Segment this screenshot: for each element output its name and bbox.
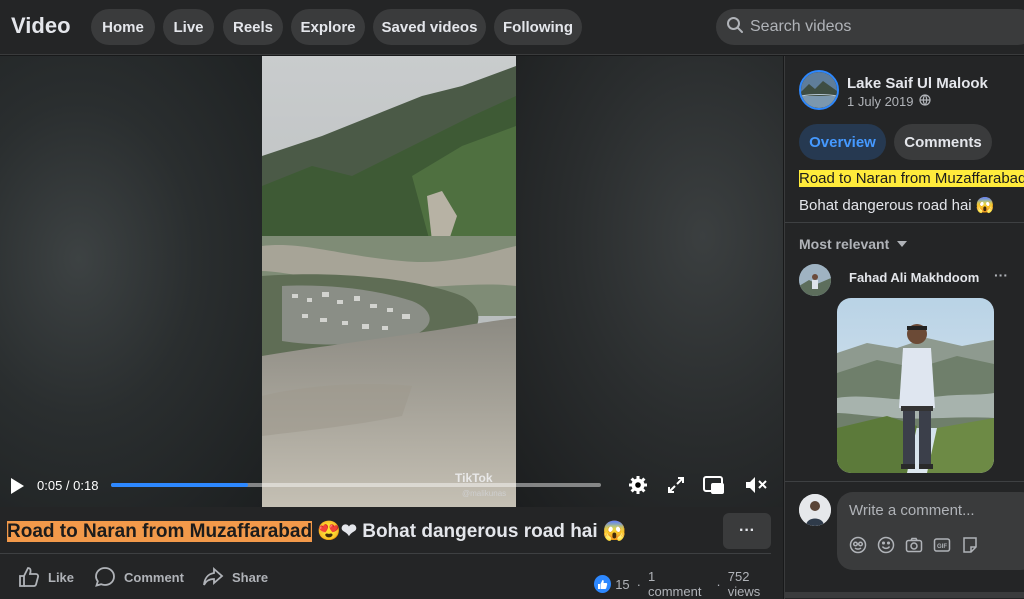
nav-saved-videos[interactable]: Saved videos bbox=[373, 9, 486, 45]
progress-fill bbox=[111, 483, 249, 487]
more-options-button[interactable]: ··· bbox=[723, 513, 771, 549]
commenter-name[interactable]: Fahad Ali Makhdoom bbox=[849, 270, 979, 285]
sticker-icon[interactable] bbox=[961, 536, 979, 554]
nav-explore[interactable]: Explore bbox=[291, 9, 365, 45]
like-button[interactable]: Like bbox=[18, 563, 74, 591]
fullscreen-button[interactable] bbox=[667, 476, 685, 499]
search-box[interactable] bbox=[716, 9, 1024, 45]
tab-comments[interactable]: Comments bbox=[894, 124, 992, 160]
progress-bar[interactable] bbox=[111, 483, 601, 487]
mini-player-icon bbox=[703, 476, 724, 494]
like-label: Like bbox=[48, 569, 75, 585]
page-name[interactable]: Lake Saif Ul Malook bbox=[847, 75, 988, 92]
gear-icon bbox=[629, 476, 647, 494]
search-icon bbox=[726, 16, 744, 39]
comment-count[interactable]: 1 comment bbox=[648, 569, 709, 599]
nav-home[interactable]: Home bbox=[91, 9, 155, 45]
svg-text:GIF: GIF bbox=[937, 544, 947, 550]
tiktok-watermark-user: @malikunas bbox=[462, 489, 507, 498]
video-title-rest: 😍❤ Bohat dangerous road hai 😱 bbox=[312, 521, 627, 542]
tab-overview[interactable]: Overview bbox=[799, 124, 886, 160]
gif-icon[interactable]: GIF bbox=[933, 536, 951, 554]
avatar-sticker-icon[interactable] bbox=[849, 536, 867, 554]
play-button[interactable] bbox=[9, 477, 25, 500]
horizontal-scrollbar[interactable] bbox=[785, 592, 1024, 598]
comment-icon bbox=[95, 567, 115, 587]
divider bbox=[785, 481, 1024, 482]
blurred-background-left bbox=[0, 56, 262, 507]
thumbs-up-icon bbox=[19, 567, 40, 587]
caret-down-icon bbox=[897, 241, 908, 247]
page-avatar[interactable] bbox=[799, 70, 839, 110]
camera-icon[interactable] bbox=[905, 536, 923, 554]
divider bbox=[0, 553, 771, 554]
side-panel: Lake Saif Ul Malook 1 July 2019 Overview… bbox=[784, 56, 1024, 599]
comment-sort-dropdown[interactable]: Most relevant bbox=[799, 236, 908, 252]
globe-icon bbox=[918, 94, 931, 109]
post-date-text: 1 July 2019 bbox=[847, 94, 914, 109]
stats-separator: · bbox=[716, 576, 721, 592]
expand-icon bbox=[668, 477, 684, 493]
video-info: Road to Naran from Muzaffarabad 😍❤ Bohat… bbox=[0, 507, 783, 599]
post-description-highlight: Road to Naran from Muzaffarabad bbox=[799, 170, 1024, 187]
divider bbox=[785, 222, 1024, 223]
reaction-count[interactable]: 15 bbox=[615, 577, 629, 592]
like-reaction-icon[interactable] bbox=[594, 575, 612, 593]
settings-button[interactable] bbox=[628, 475, 648, 500]
video-title-highlight: Road to Naran from Muzaffarabad bbox=[7, 521, 313, 542]
comment-photo[interactable] bbox=[837, 298, 994, 473]
top-bar: Video Home Live Reels Explore Saved vide… bbox=[0, 0, 1024, 55]
comment-more-button[interactable]: ··· bbox=[994, 267, 1008, 283]
composer-tools: GIF bbox=[849, 536, 979, 554]
picture-in-picture-button[interactable] bbox=[703, 475, 725, 500]
share-label: Share bbox=[232, 569, 269, 585]
comment-label: Comment bbox=[124, 569, 184, 585]
view-count: 752 views bbox=[727, 569, 761, 599]
current-time: 0:05 bbox=[37, 478, 63, 493]
emoji-icon[interactable] bbox=[877, 536, 895, 554]
video-frame bbox=[262, 56, 516, 507]
mute-button[interactable] bbox=[744, 475, 768, 500]
comment-button[interactable]: Comment bbox=[94, 563, 184, 591]
comment-composer[interactable]: GIF bbox=[837, 492, 1024, 570]
commenter-avatar[interactable] bbox=[799, 264, 831, 296]
blurred-background-right bbox=[516, 56, 783, 507]
stats-separator: · bbox=[636, 576, 641, 592]
video-player[interactable]: TikTok @malikunas 0:05 / 0:18 bbox=[0, 56, 783, 507]
play-icon bbox=[11, 478, 24, 494]
share-icon bbox=[203, 567, 224, 586]
share-button[interactable]: Share bbox=[202, 563, 268, 591]
page-title: Video bbox=[11, 13, 71, 38]
nav-following[interactable]: Following bbox=[494, 9, 582, 45]
nav-reels[interactable]: Reels bbox=[223, 9, 283, 45]
video-stats: 15 · 1 comment · 752 views bbox=[594, 569, 783, 599]
time-display: 0:05 / 0:18 bbox=[37, 478, 99, 493]
nav-live[interactable]: Live bbox=[163, 9, 214, 45]
comment-input[interactable] bbox=[849, 502, 1019, 519]
post-description: Bohat dangerous road hai 😱 bbox=[799, 197, 995, 214]
duration: 0:18 bbox=[73, 478, 99, 493]
current-user-avatar[interactable] bbox=[799, 494, 831, 526]
video-title: Road to Naran from Muzaffarabad 😍❤ Bohat… bbox=[7, 519, 627, 543]
search-input[interactable] bbox=[750, 18, 1010, 36]
post-date: 1 July 2019 bbox=[847, 94, 931, 109]
sort-label: Most relevant bbox=[799, 236, 890, 252]
volume-muted-icon bbox=[746, 477, 767, 493]
